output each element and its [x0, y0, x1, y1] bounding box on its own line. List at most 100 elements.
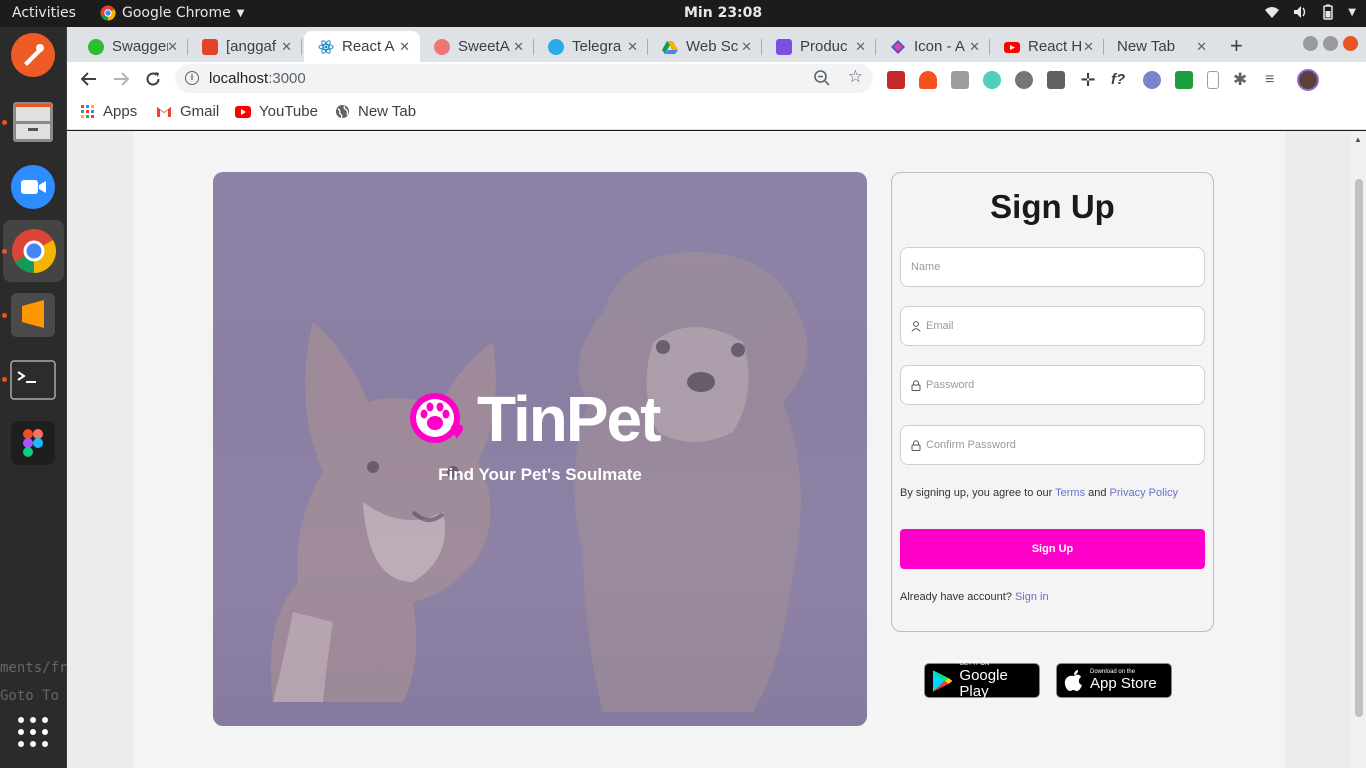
google-play-badge[interactable]: GET IT ON Google Play [924, 661, 1040, 700]
tab-title: SweetA [458, 38, 510, 55]
close-icon[interactable]: ✕ [281, 39, 292, 55]
name-input[interactable] [911, 261, 1181, 273]
tab-react-app[interactable]: React A ✕ [304, 31, 420, 62]
close-icon[interactable]: ✕ [741, 39, 752, 55]
scroll-up-arrow-icon[interactable]: ▲ [1354, 135, 1362, 144]
puzzle-icon[interactable]: ✱ [1233, 71, 1251, 89]
back-button[interactable] [77, 67, 101, 91]
sign-in-link[interactable]: Sign in [1015, 591, 1049, 603]
confirm-password-field[interactable] [900, 425, 1205, 465]
maximize-button[interactable] [1323, 36, 1338, 51]
figma-launcher[interactable] [10, 420, 56, 466]
arrow-left-icon [81, 72, 96, 86]
react-icon [318, 39, 334, 54]
bookmark-youtube[interactable]: YouTube [235, 103, 318, 120]
close-icon[interactable]: ✕ [855, 39, 866, 55]
tab-title: [anggaf [226, 38, 277, 55]
bookmark-gmail[interactable]: Gmail [156, 103, 219, 120]
media-control-icon[interactable]: ≡ [1265, 71, 1283, 89]
files-launcher[interactable] [10, 99, 56, 145]
close-icon[interactable]: ✕ [399, 39, 410, 55]
close-icon[interactable]: ✕ [627, 39, 638, 55]
bookmark-apps[interactable]: Apps [81, 103, 137, 120]
ruler-icon[interactable] [1047, 71, 1065, 89]
arrow-right-icon [114, 72, 129, 86]
bookmark-new-tab[interactable]: New Tab [335, 103, 416, 120]
close-icon[interactable]: ✕ [167, 39, 178, 55]
clock[interactable]: Min 23:08 [684, 5, 762, 21]
tab-title: Swagger [112, 38, 168, 55]
dock: ments/fr Goto To [0, 27, 67, 768]
extension-icon[interactable] [983, 71, 1001, 89]
lock-extension-icon[interactable] [919, 71, 937, 89]
close-icon[interactable]: ✕ [969, 39, 980, 55]
zoom-out-icon[interactable] [813, 69, 831, 87]
lock-icon [911, 379, 921, 391]
extension-icon[interactable] [887, 71, 905, 89]
activities-button[interactable]: Activities [12, 5, 76, 21]
browser-toolbar: i localhost:3000 ☆ ✛ f? ✱ ≡ [67, 62, 1366, 95]
password-field[interactable] [900, 365, 1205, 405]
tab-swagger[interactable]: Swagger ✕ [74, 31, 188, 62]
forward-button[interactable] [109, 67, 133, 91]
terms-link[interactable]: Terms [1055, 487, 1085, 499]
tab-separator [301, 39, 302, 55]
font-finder-icon[interactable]: f? [1111, 71, 1129, 89]
eyedropper-icon[interactable] [951, 71, 969, 89]
address-bar[interactable]: i localhost:3000 ☆ [175, 64, 873, 93]
crosshair-icon[interactable]: ✛ [1079, 71, 1097, 89]
minimize-button[interactable] [1303, 36, 1318, 51]
telegram-icon [548, 38, 564, 55]
zoom-launcher[interactable] [10, 164, 56, 210]
terminal-launcher[interactable] [10, 357, 56, 403]
paw-heart-icon [410, 393, 463, 443]
info-icon[interactable]: i [185, 71, 199, 85]
postman-launcher[interactable] [10, 32, 56, 78]
email-input[interactable] [926, 320, 1196, 332]
page-scrollbar[interactable]: ▲ [1351, 131, 1366, 768]
confirm-password-input[interactable] [926, 439, 1196, 451]
show-applications-button[interactable] [10, 709, 56, 755]
email-field[interactable] [900, 306, 1205, 346]
sublime-launcher[interactable] [10, 292, 56, 338]
password-input[interactable] [926, 379, 1196, 391]
tab-youtube[interactable]: React H ✕ [990, 31, 1104, 62]
close-window-button[interactable] [1343, 36, 1358, 51]
gear-icon[interactable] [1015, 71, 1033, 89]
chevron-down-icon: ▼ [1348, 6, 1356, 18]
reload-button[interactable] [141, 67, 165, 91]
tab-title: Icon - A [914, 38, 965, 55]
app-name: Google Chrome [122, 5, 231, 21]
app-store-badge[interactable]: Download on the App Store [1056, 663, 1172, 698]
tab-telegram[interactable]: Telegra ✕ [534, 31, 648, 62]
apps-grid-icon [18, 717, 48, 747]
window-controls [1303, 36, 1358, 51]
extension-icon[interactable] [1143, 71, 1161, 89]
running-indicator [2, 120, 7, 125]
tab-sweetalert[interactable]: SweetA ✕ [420, 31, 534, 62]
close-icon[interactable]: ✕ [1196, 39, 1207, 55]
privacy-policy-link[interactable]: Privacy Policy [1110, 487, 1178, 499]
extension-icon[interactable] [1175, 71, 1193, 89]
bookmarks-bar: Apps Gmail YouTube New Tab [67, 95, 1366, 130]
new-tab-button[interactable]: + [1230, 33, 1243, 59]
avatar[interactable] [1297, 69, 1319, 91]
app-menu[interactable]: Google Chrome ▼ [100, 5, 244, 21]
tab-product[interactable]: Produc ✕ [762, 31, 876, 62]
tab-google-drive[interactable]: Web Sc ✕ [648, 31, 762, 62]
brand-name: TinPet [477, 383, 661, 455]
system-tray[interactable]: ▼ [1264, 4, 1356, 20]
scrollbar-thumb[interactable] [1355, 179, 1363, 717]
chrome-launcher[interactable] [3, 220, 64, 282]
close-icon[interactable]: ✕ [1083, 39, 1094, 55]
tab-icon[interactable]: Icon - A ✕ [876, 31, 990, 62]
bookmark-star-icon[interactable]: ☆ [848, 67, 863, 87]
sign-up-button[interactable]: Sign Up [900, 529, 1205, 569]
tab-gitlab[interactable]: [anggaf ✕ [188, 31, 302, 62]
close-icon[interactable]: ✕ [513, 39, 524, 55]
device-icon[interactable] [1207, 71, 1219, 89]
tab-new-tab[interactable]: New Tab ✕ [1103, 31, 1217, 62]
name-field[interactable] [900, 247, 1205, 287]
form-title: Sign Up [990, 188, 1115, 225]
running-indicator [2, 249, 7, 254]
